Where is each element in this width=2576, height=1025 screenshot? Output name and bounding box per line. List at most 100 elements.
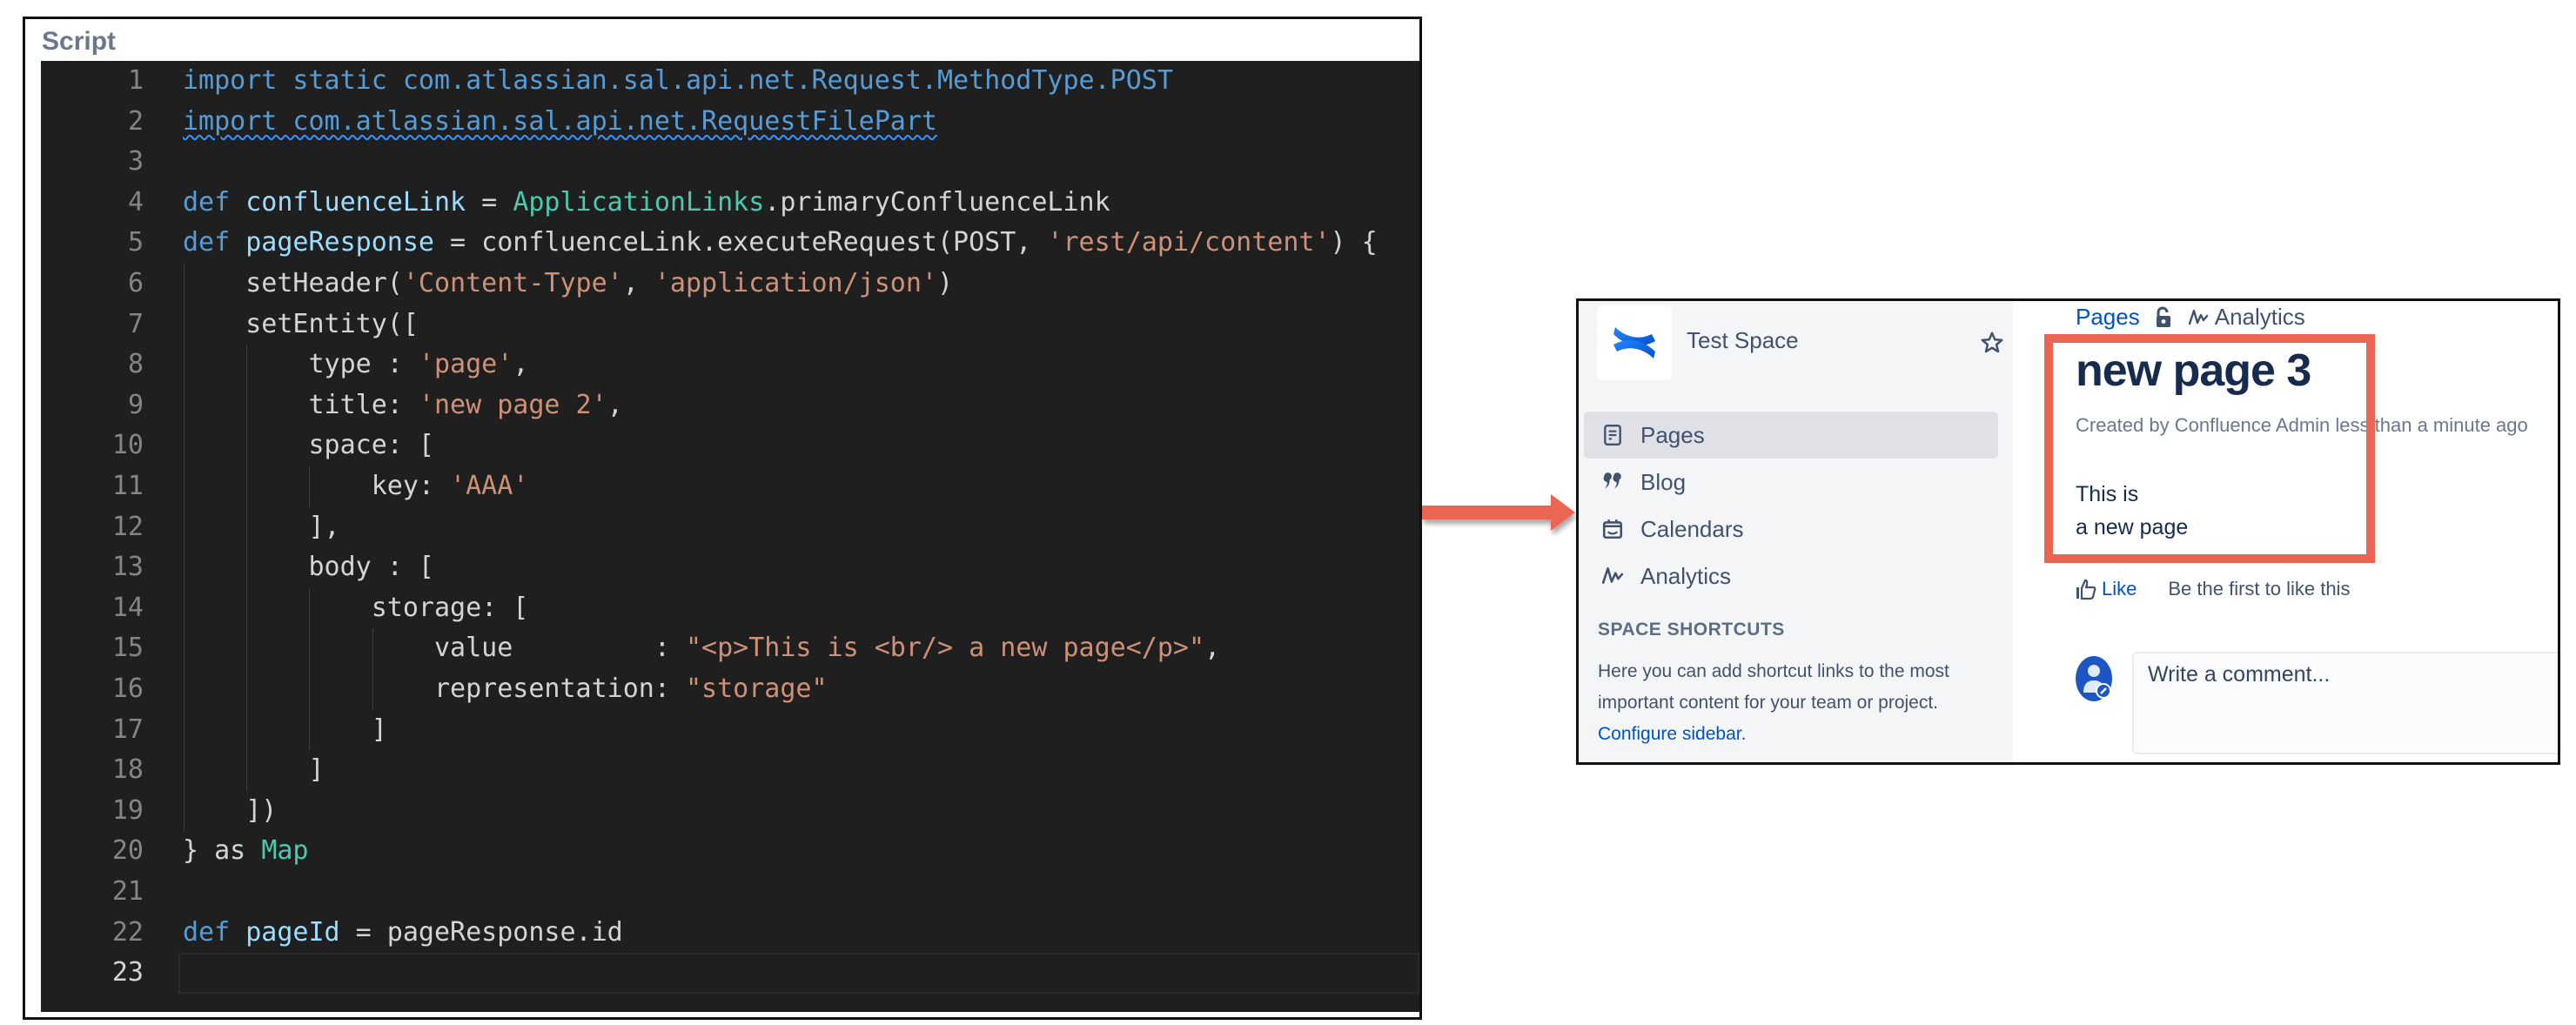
- code-token: ],: [183, 511, 340, 542]
- code-text: body : [: [183, 547, 434, 588]
- code-text: setEntity([: [183, 305, 419, 345]
- unlock-icon[interactable]: [2154, 306, 2173, 329]
- code-line[interactable]: 4 def confluenceLink = ApplicationLinks.p…: [41, 183, 1419, 224]
- code-line[interactable]: 8 type : 'page',: [41, 345, 1419, 385]
- line-number: 20: [111, 835, 144, 867]
- code-line[interactable]: 5 def pageResponse = confluenceLink.execu…: [41, 223, 1419, 264]
- line-number: 23: [111, 957, 144, 988]
- code-line[interactable]: 2 import com.atlassian.sal.api.net.Reques…: [41, 102, 1419, 143]
- code-token: 'AAA': [450, 471, 529, 501]
- code-token: space: [: [183, 430, 434, 461]
- code-token: pageId: [245, 916, 340, 948]
- sidebar-item-label: Pages: [1640, 422, 1705, 448]
- like-button[interactable]: Like: [2102, 578, 2137, 600]
- sidebar-item-pages[interactable]: Pages: [1584, 412, 1998, 459]
- comment-input[interactable]: Write a comment...: [2132, 652, 2558, 754]
- code-token: 'application/json': [654, 268, 937, 298]
- line-number: 13: [111, 552, 144, 583]
- code-token: ]: [183, 713, 387, 745]
- star-icon[interactable]: [1979, 330, 2005, 356]
- confluence-logo[interactable]: [1597, 305, 1672, 380]
- code-token: title:: [183, 389, 419, 420]
- configure-sidebar-link[interactable]: Configure sidebar.: [1598, 724, 1746, 744]
- code-token: def: [183, 227, 246, 258]
- breadcrumb-pages[interactable]: Pages: [2076, 304, 2140, 331]
- code-line[interactable]: 17 ]: [41, 710, 1419, 751]
- code-editor[interactable]: 1 import static com.atlassian.sal.api.net…: [41, 61, 1419, 1012]
- code-text: type : 'page',: [183, 345, 528, 385]
- code-token: =: [466, 186, 513, 218]
- code-line[interactable]: 1 import static com.atlassian.sal.api.net…: [41, 61, 1419, 102]
- code-text: storage: [: [183, 588, 529, 629]
- code-token: setEntity([: [183, 308, 419, 339]
- code-token: = confluenceLink.executeRequest(POST,: [434, 227, 1048, 258]
- code-line[interactable]: 9 title: 'new page 2',: [41, 385, 1419, 426]
- code-token: "storage": [685, 673, 828, 704]
- line-number: 5: [127, 227, 144, 258]
- script-label: Script: [42, 27, 117, 56]
- sidebar-item-calendars[interactable]: Calendars: [1584, 506, 1998, 553]
- code-text: representation: "storage": [183, 669, 828, 710]
- code-line[interactable]: 18 ]: [41, 750, 1419, 791]
- code-text: space: [: [183, 425, 434, 466]
- code-token: def: [183, 186, 246, 218]
- code-line[interactable]: 14 storage: [: [41, 588, 1419, 629]
- code-line[interactable]: 13 body : [: [41, 547, 1419, 588]
- code-token: ApplicationLinks: [513, 186, 765, 218]
- code-token: value :: [183, 633, 686, 664]
- code-text: def pageId = pageResponse.id: [183, 913, 623, 954]
- code-text: ],: [183, 507, 340, 548]
- code-text: ]: [183, 750, 324, 791]
- thumbs-up-icon[interactable]: [2076, 578, 2096, 600]
- code-line[interactable]: 6 setHeader('Content-Type', 'application…: [41, 264, 1419, 305]
- breadcrumb: Pages Analytics: [2076, 304, 2305, 331]
- line-number: 8: [127, 349, 144, 380]
- space-shortcuts-description: Here you can add shortcut links to the m…: [1598, 656, 1981, 750]
- space-sidebar: Test Space Pages Blog Calendars Analytic…: [1579, 301, 2013, 762]
- sidebar-item-blog[interactable]: Blog: [1584, 459, 1998, 506]
- line-number: 19: [111, 794, 144, 826]
- code-text: ]): [183, 791, 277, 832]
- confluence-logo-icon: [1613, 327, 1655, 358]
- code-line[interactable]: 10 space: [: [41, 425, 1419, 466]
- line-number: 4: [127, 186, 144, 218]
- like-row: Like Be the first to like this: [2076, 578, 2350, 600]
- code-token: pageResponse: [245, 227, 434, 258]
- code-line[interactable]: 16 representation: "storage": [41, 669, 1419, 710]
- code-token: 'page': [418, 349, 513, 380]
- code-text: ]: [183, 710, 387, 751]
- line-number: 3: [127, 146, 144, 178]
- code-token: Map: [261, 835, 309, 867]
- line-number: 22: [111, 916, 144, 948]
- code-line[interactable]: 7 setEntity([: [41, 305, 1419, 345]
- line-number: 11: [111, 471, 144, 501]
- calendar-icon: [1602, 519, 1623, 539]
- code-token: body : [: [183, 552, 434, 583]
- code-line[interactable]: 19 ]): [41, 791, 1419, 832]
- quote-icon: [1603, 472, 1621, 489]
- code-token: type :: [183, 349, 419, 380]
- code-line[interactable]: 22 def pageId = pageResponse.id: [41, 913, 1419, 954]
- code-token: import com.atlassian.sal.api.net.Request…: [183, 105, 937, 137]
- code-text: def pageResponse = confluenceLink.execut…: [183, 223, 1378, 264]
- code-line[interactable]: 11 key: 'AAA': [41, 466, 1419, 507]
- space-shortcuts-heading: SPACE SHORTCUTS: [1598, 620, 1785, 640]
- sidebar-item-label: Blog: [1640, 469, 1687, 495]
- indent-guide: [309, 587, 311, 751]
- code-token: ,: [513, 349, 529, 380]
- code-line[interactable]: 21: [41, 872, 1419, 913]
- sidebar-item-analytics[interactable]: Analytics: [1584, 553, 1998, 600]
- code-token: 'rest/api/content': [1047, 227, 1331, 258]
- code-line[interactable]: 23: [41, 953, 1419, 994]
- code-text: import static com.atlassian.sal.api.net.…: [183, 61, 1173, 102]
- code-line[interactable]: 12 ],: [41, 507, 1419, 548]
- code-token: 'Content-Type': [402, 268, 623, 298]
- breadcrumb-analytics[interactable]: Analytics: [2187, 304, 2305, 331]
- code-line[interactable]: 20} as Map: [41, 831, 1419, 872]
- code-line[interactable]: 3: [41, 142, 1419, 183]
- line-number: 16: [111, 673, 144, 704]
- space-name[interactable]: Test Space: [1687, 327, 1799, 354]
- indent-guide: [309, 466, 311, 507]
- indent-guide: [372, 628, 373, 710]
- code-line[interactable]: 15 value : "<p>This is <br/> a new page<…: [41, 628, 1419, 669]
